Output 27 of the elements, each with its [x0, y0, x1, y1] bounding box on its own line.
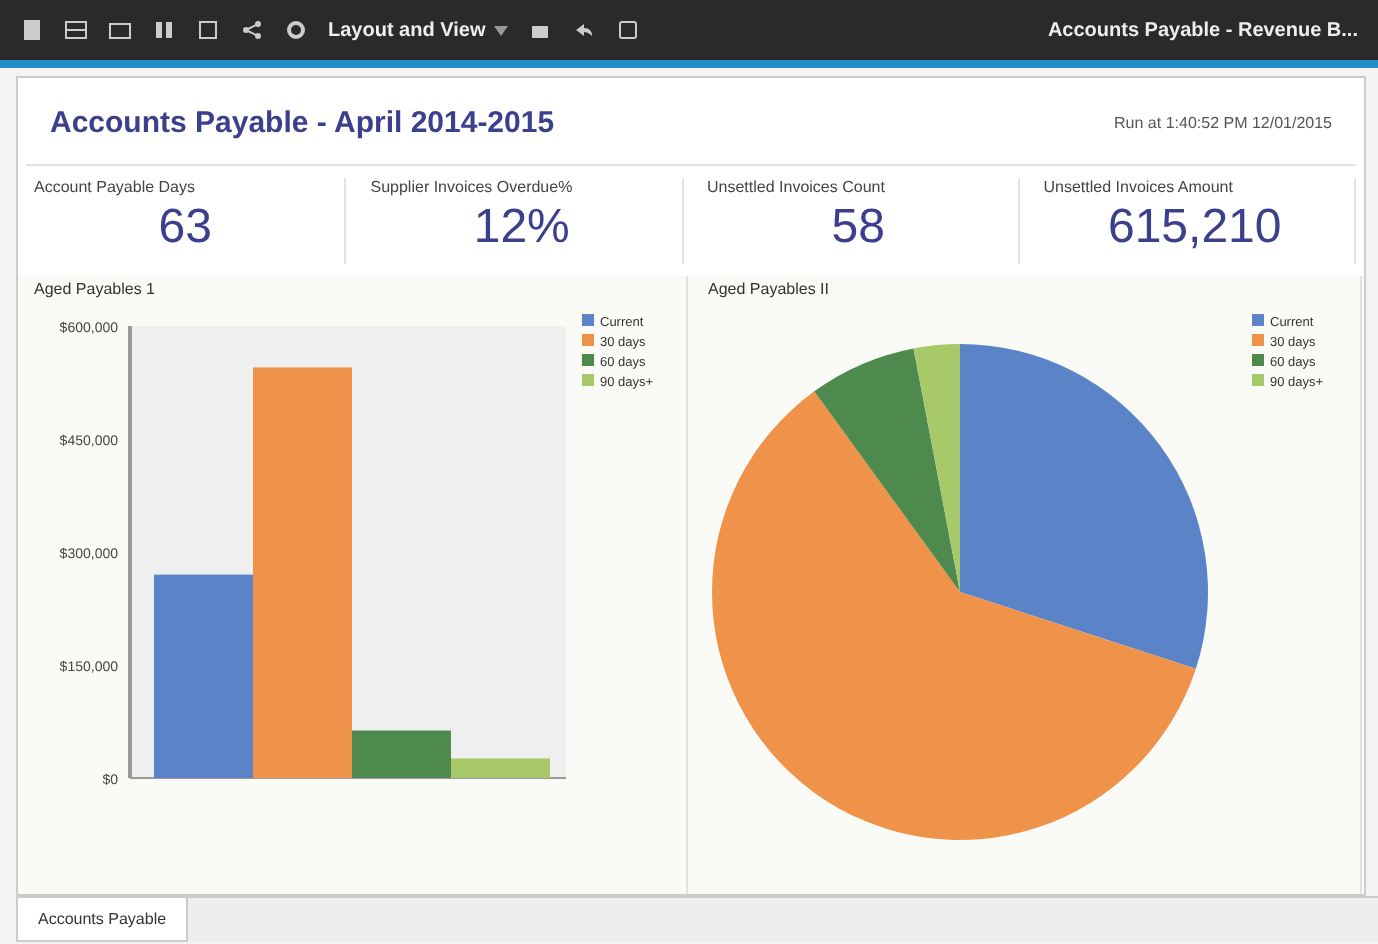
chart-title: Aged Payables II: [706, 278, 831, 302]
columns-icon[interactable]: [152, 18, 176, 42]
legend-swatch: [1252, 354, 1264, 366]
frame-icon[interactable]: [615, 18, 640, 42]
kpi-value: 12%: [473, 200, 570, 256]
kpi-label: Account Payable Days: [32, 178, 195, 196]
legend-swatch: [1252, 334, 1264, 346]
legend-swatch: [1252, 314, 1264, 326]
legend-swatch: [1252, 374, 1264, 386]
undo-icon[interactable]: [571, 18, 596, 42]
run-timestamp: Run at 1:40:52 PM 12/01/2015: [1114, 114, 1332, 132]
sheet-tab[interactable]: Accounts Payable: [16, 898, 189, 942]
window-icon[interactable]: [108, 18, 132, 42]
caret-icon[interactable]: [493, 25, 508, 35]
kpi-value: 63: [158, 200, 212, 256]
kpi-label: Unsettled Invoices Count: [705, 178, 885, 196]
dashboard-title: Accounts Payable - April 2014-2015: [50, 106, 555, 140]
chart-title: Aged Payables 1: [32, 278, 157, 302]
kpi-value: 58: [831, 200, 885, 256]
document-icon[interactable]: [20, 18, 44, 42]
grid-icon[interactable]: [64, 18, 88, 42]
layout-and-view-menu[interactable]: Layout and View: [328, 19, 508, 41]
kpi-label: Supplier Invoices Overdue%: [368, 178, 573, 196]
kpi-label: Unsettled Invoices Amount: [1041, 178, 1233, 196]
kpi-value: 615,210: [1107, 200, 1282, 256]
report-menu[interactable]: Accounts Payable - Revenue B...: [1047, 19, 1358, 41]
share-icon[interactable]: [240, 18, 264, 42]
